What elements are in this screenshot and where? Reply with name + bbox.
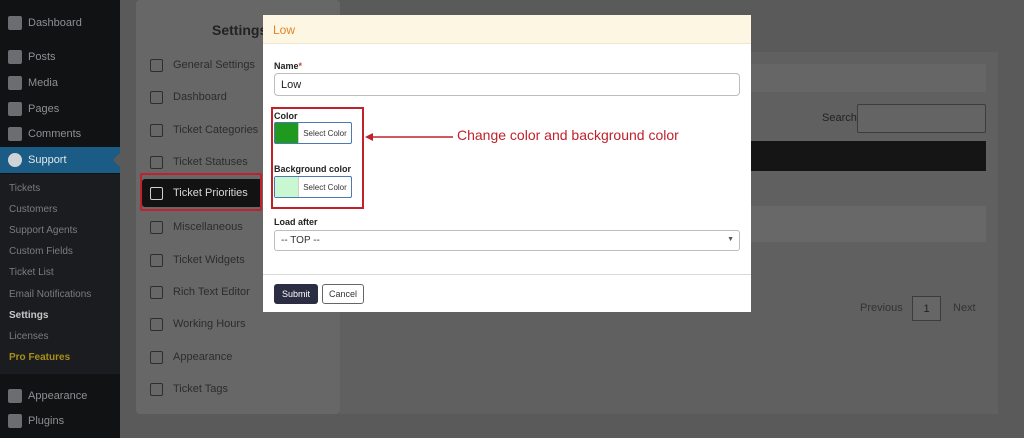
pagination-page[interactable]: 1: [912, 296, 941, 321]
tag-icon: [150, 382, 163, 396]
color-label: Color: [274, 111, 298, 121]
search-label: Search:: [822, 112, 860, 124]
settings-rich-text-editor[interactable]: Rich Text Editor: [142, 278, 262, 306]
submenu-settings[interactable]: Settings: [0, 305, 120, 326]
modal-title: Low: [273, 23, 296, 37]
submenu-custom-fields[interactable]: Custom Fields: [0, 241, 120, 262]
select-background-color-button[interactable]: Select Color: [298, 177, 351, 197]
menu-item-dashboard[interactable]: Dashboard: [0, 10, 120, 36]
comments-icon: [8, 127, 22, 141]
search-input[interactable]: [857, 104, 986, 133]
settings-appearance[interactable]: Appearance: [142, 343, 262, 371]
background-color-swatch[interactable]: [275, 177, 298, 197]
required-mark: *: [298, 61, 303, 71]
menu-item-plugins[interactable]: Plugins: [0, 408, 120, 434]
tools-icon: [150, 220, 163, 234]
widgets-icon: [150, 253, 163, 267]
categories-icon: [150, 123, 163, 137]
menu-item-comments[interactable]: Comments: [0, 121, 120, 147]
menu-item-support[interactable]: Support: [0, 147, 120, 173]
name-input[interactable]: Low: [274, 73, 740, 96]
menu-item-appearance[interactable]: Appearance: [0, 383, 120, 409]
submenu-tickets[interactable]: Tickets: [0, 178, 120, 199]
submenu-support-agents[interactable]: Support Agents: [0, 220, 120, 241]
clock-icon: [150, 317, 163, 331]
wp-admin-menu: Dashboard Posts Media Pages Comments Sup…: [0, 0, 120, 438]
name-label: Name*: [274, 61, 303, 71]
media-icon: [8, 76, 22, 90]
sliders-icon: [150, 58, 163, 72]
load-after-label: Load after: [274, 217, 318, 227]
settings-miscellaneous[interactable]: Miscellaneous: [142, 213, 262, 241]
background-color-picker[interactable]: Select Color: [274, 176, 352, 198]
chart-icon: [150, 90, 163, 104]
pagination-previous[interactable]: Previous: [860, 302, 903, 314]
editor-icon: [150, 285, 163, 299]
background-color-label: Background color: [274, 164, 352, 174]
support-icon: [8, 153, 22, 167]
cancel-button[interactable]: Cancel: [322, 284, 364, 304]
highlight-box-priorities: [140, 173, 262, 211]
settings-ticket-statuses[interactable]: Ticket Statuses: [142, 148, 262, 176]
dashboard-icon: [8, 16, 22, 30]
settings-general[interactable]: General Settings: [142, 51, 262, 79]
settings-ticket-categories[interactable]: Ticket Categories: [142, 116, 262, 144]
pin-icon: [8, 50, 22, 64]
pages-icon: [8, 102, 22, 116]
brush-icon: [8, 389, 22, 403]
submenu-pro-features[interactable]: Pro Features: [0, 347, 120, 368]
color-picker[interactable]: Select Color: [274, 122, 352, 144]
color-swatch[interactable]: [275, 123, 298, 143]
submenu-customers[interactable]: Customers: [0, 199, 120, 220]
settings-ticket-widgets[interactable]: Ticket Widgets: [142, 246, 262, 274]
settings-ticket-tags[interactable]: Ticket Tags: [142, 375, 262, 403]
chevron-down-icon: ▼: [727, 236, 734, 243]
modal-header: Low: [263, 15, 751, 44]
menu-item-posts[interactable]: Posts: [0, 44, 120, 70]
submenu-ticket-list[interactable]: Ticket List: [0, 262, 120, 283]
annotation-text: Change color and background color: [457, 127, 679, 143]
plugin-icon: [8, 414, 22, 428]
submenu-email-notifications[interactable]: Email Notifications: [0, 284, 120, 305]
settings-dashboard[interactable]: Dashboard: [142, 83, 262, 111]
annotation-arrow: [365, 133, 453, 141]
submit-button[interactable]: Submit: [274, 284, 318, 304]
menu-item-media[interactable]: Media: [0, 70, 120, 96]
load-after-select[interactable]: -- TOP -- ▼: [274, 230, 740, 251]
select-color-button[interactable]: Select Color: [298, 123, 351, 143]
modal-divider: [263, 274, 751, 275]
pagination-next[interactable]: Next: [953, 302, 976, 314]
menu-item-pages[interactable]: Pages: [0, 96, 120, 122]
priority-modal: Low Name* Low Color Select Color Backgro…: [263, 15, 751, 312]
settings-working-hours[interactable]: Working Hours: [142, 310, 262, 338]
send-icon: [150, 155, 163, 169]
settings-title: Settings: [212, 22, 268, 38]
palette-icon: [150, 350, 163, 364]
submenu-licenses[interactable]: Licenses: [0, 326, 120, 347]
